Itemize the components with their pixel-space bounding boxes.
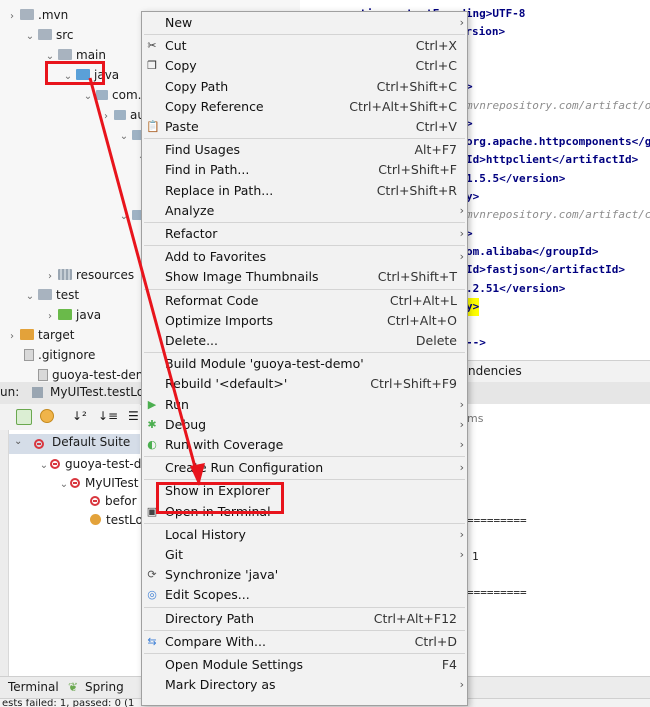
annotation-arrow <box>88 77 205 486</box>
